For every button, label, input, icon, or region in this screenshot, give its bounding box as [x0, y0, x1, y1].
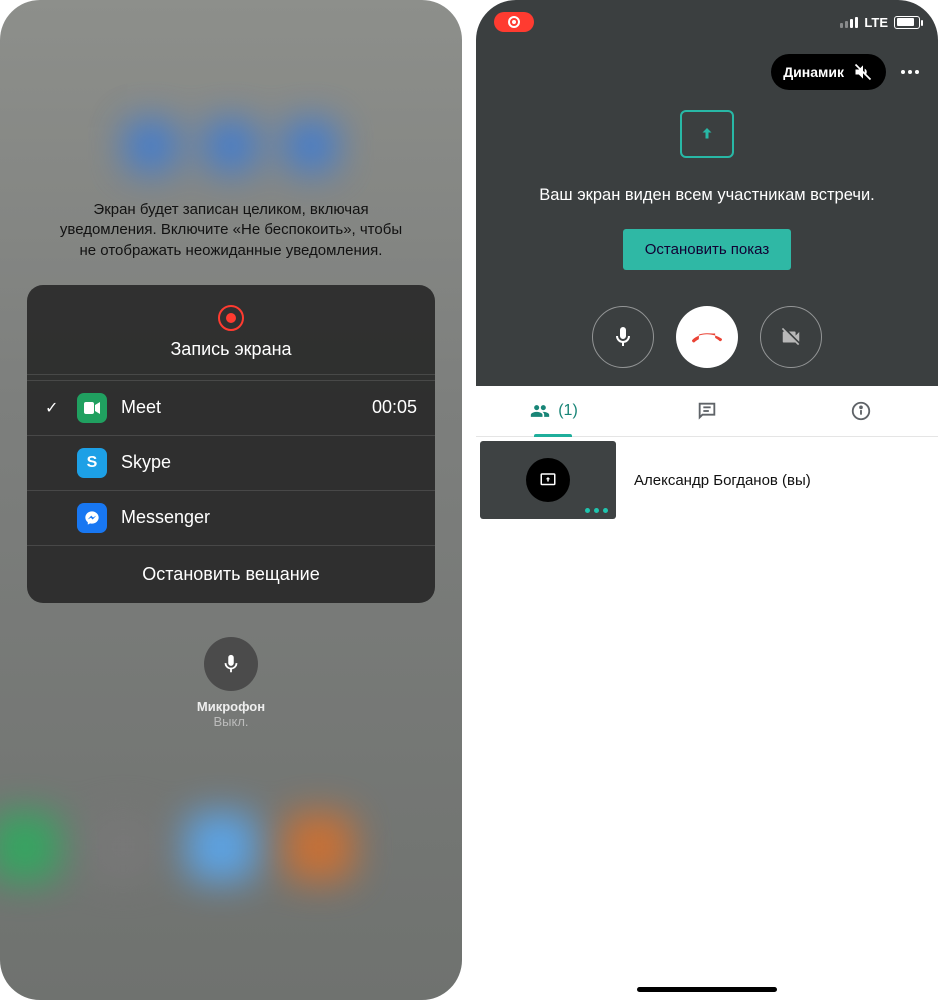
record-hint-text: Экран будет записан целиком, включая уве… [51, 200, 411, 261]
stop-broadcast-button[interactable]: Остановить вещание [27, 546, 435, 603]
screen-share-icon [680, 110, 734, 158]
tab-info[interactable] [784, 386, 938, 436]
bottom-tabs: (1) [476, 386, 938, 437]
app-name-label: Skype [121, 452, 417, 473]
broadcast-app-messenger[interactable]: Messenger [27, 491, 435, 546]
video-off-icon [778, 326, 804, 348]
participant-name: Александр Богданов (вы) [634, 472, 811, 489]
participant-row[interactable]: Александр Богданов (вы) [476, 437, 938, 519]
chat-icon [696, 400, 718, 422]
present-icon [537, 471, 559, 489]
toggle-video-button[interactable] [760, 306, 822, 368]
recording-status-pill[interactable] [494, 12, 534, 32]
microphone-label: Микрофон [197, 699, 265, 714]
broadcast-app-skype[interactable]: S Skype [27, 436, 435, 491]
participant-thumbnail [480, 441, 616, 519]
status-bar: LTE [476, 0, 938, 44]
screen-ios-broadcast: Экран будет записан целиком, включая уве… [0, 0, 462, 1000]
people-icon [528, 401, 552, 421]
thumbnail-more-icon[interactable] [585, 508, 608, 513]
more-options-button[interactable] [894, 56, 926, 88]
info-icon [850, 400, 872, 422]
share-status-text: Ваш экран виден всем участникам встречи. [539, 186, 875, 205]
presenting-badge [526, 458, 570, 502]
record-icon [218, 305, 244, 331]
tab-people[interactable]: (1) [476, 386, 630, 436]
microphone-icon [220, 653, 242, 675]
microphone-icon [611, 325, 635, 349]
speaker-label: Динамик [783, 64, 844, 80]
microphone-toggle-button[interactable] [204, 637, 258, 691]
messenger-app-icon [77, 503, 107, 533]
meet-app-icon [77, 393, 107, 423]
card-title: Запись экрана [170, 339, 291, 360]
speaker-select-button[interactable]: Динамик [771, 54, 886, 90]
stop-sharing-button[interactable]: Остановить показ [623, 229, 791, 270]
app-name-label: Meet [121, 397, 358, 418]
hangup-icon [692, 322, 722, 352]
app-name-label: Messenger [121, 507, 417, 528]
speaker-muted-icon [852, 62, 874, 82]
home-indicator [637, 987, 777, 992]
people-count: (1) [558, 402, 578, 420]
record-dot-icon [508, 16, 520, 28]
network-label: LTE [864, 15, 888, 30]
skype-app-icon: S [77, 448, 107, 478]
end-call-button[interactable] [676, 306, 738, 368]
tab-chat[interactable] [630, 386, 784, 436]
screen-record-card: Запись экрана ✓ Meet 00:05 S Skype [27, 285, 435, 603]
checkmark-icon: ✓ [45, 398, 63, 418]
mute-audio-button[interactable] [592, 306, 654, 368]
broadcast-app-meet[interactable]: ✓ Meet 00:05 [27, 381, 435, 436]
microphone-state: Выкл. [213, 714, 248, 729]
screen-meet-sharing: LTE Динамик Ваш экран виден всем участни… [476, 0, 938, 1000]
app-record-time: 00:05 [372, 397, 417, 418]
signal-icon [840, 17, 858, 28]
battery-icon [894, 16, 920, 29]
